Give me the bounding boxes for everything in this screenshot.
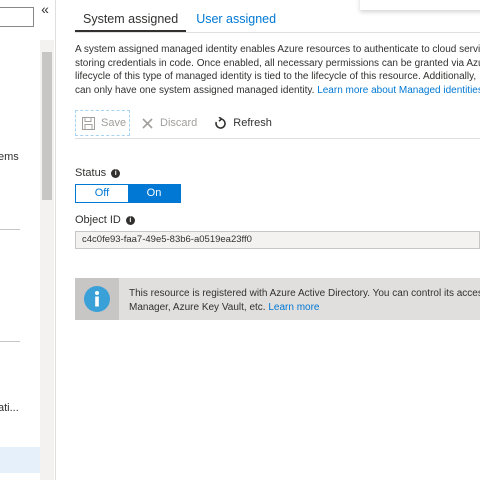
tab-user-assigned[interactable]: User assigned — [186, 10, 284, 32]
banner-line: Manager, Azure Key Vault, etc. Learn mor… — [129, 301, 480, 315]
object-id-field[interactable]: c4c0fe93-faa7-49e5-83b6-a0519ea23ff0 — [75, 231, 480, 249]
nav-item-label[interactable]: ati... — [0, 402, 19, 414]
refresh-button[interactable]: Refresh — [207, 110, 280, 136]
nav-divider — [0, 341, 20, 342]
description-line: lifecycle of this type of managed identi… — [75, 71, 477, 82]
command-bar: Save Discard Refresh — [75, 110, 280, 136]
popup-panel-edge — [360, 0, 480, 10]
status-off-option[interactable]: Off — [76, 185, 128, 202]
collapse-icon[interactable]: « — [37, 2, 53, 18]
identity-tabs: System assigned User assigned — [75, 10, 284, 32]
description-text: can only have one system assigned manage… — [75, 84, 318, 96]
info-banner: This resource is registered with Azure A… — [75, 278, 480, 320]
tab-system-assigned[interactable]: System assigned — [75, 10, 187, 32]
status-info-icon[interactable]: i — [111, 168, 121, 178]
status-label-row: Status i — [75, 167, 121, 179]
discard-button[interactable]: Discard — [134, 110, 205, 136]
banner-line: This resource is registered with Azure A… — [129, 288, 480, 299]
refresh-label: Refresh — [233, 117, 272, 129]
description-line: can only have one system assigned manage… — [75, 84, 480, 98]
tabs-divider — [75, 32, 480, 33]
nav-search-input[interactable] — [0, 7, 34, 27]
banner-line-text: Manager, Azure Key Vault, etc. — [129, 301, 269, 313]
save-label: Save — [101, 117, 127, 129]
nav-divider — [0, 229, 20, 230]
object-id-label: Object ID — [75, 214, 121, 226]
description: A system assigned managed identity enabl… — [75, 43, 480, 97]
status-on-option[interactable]: On — [128, 185, 180, 202]
nav-scrollbar[interactable] — [40, 40, 54, 480]
refresh-icon — [213, 116, 227, 130]
description-line: storing credentials in code. Once enable… — [75, 57, 480, 69]
toolbar-divider — [75, 138, 480, 139]
object-id-info-icon[interactable]: i — [125, 215, 135, 225]
discard-icon — [140, 116, 154, 130]
nav-item-selected[interactable] — [0, 447, 40, 473]
save-icon — [82, 116, 95, 130]
banner-learn-more-link[interactable]: Learn more — [268, 302, 319, 313]
status-toggle[interactable]: Off On — [75, 184, 181, 203]
banner-text: This resource is registered with Azure A… — [129, 287, 480, 314]
save-button[interactable]: Save — [75, 110, 130, 136]
info-icon — [75, 278, 119, 320]
object-id-label-row: Object ID i — [75, 214, 135, 226]
nav-item-label[interactable]: ems — [0, 151, 19, 163]
learn-more-managed-identities-link[interactable]: Learn more about Managed identities. — [317, 85, 480, 96]
discard-label: Discard — [160, 117, 198, 129]
status-label: Status — [75, 167, 107, 179]
left-nav: « ems ati... — [0, 0, 56, 480]
description-line: A system assigned managed identity enabl… — [75, 44, 480, 55]
nav-scrollbar-thumb[interactable] — [42, 52, 52, 200]
